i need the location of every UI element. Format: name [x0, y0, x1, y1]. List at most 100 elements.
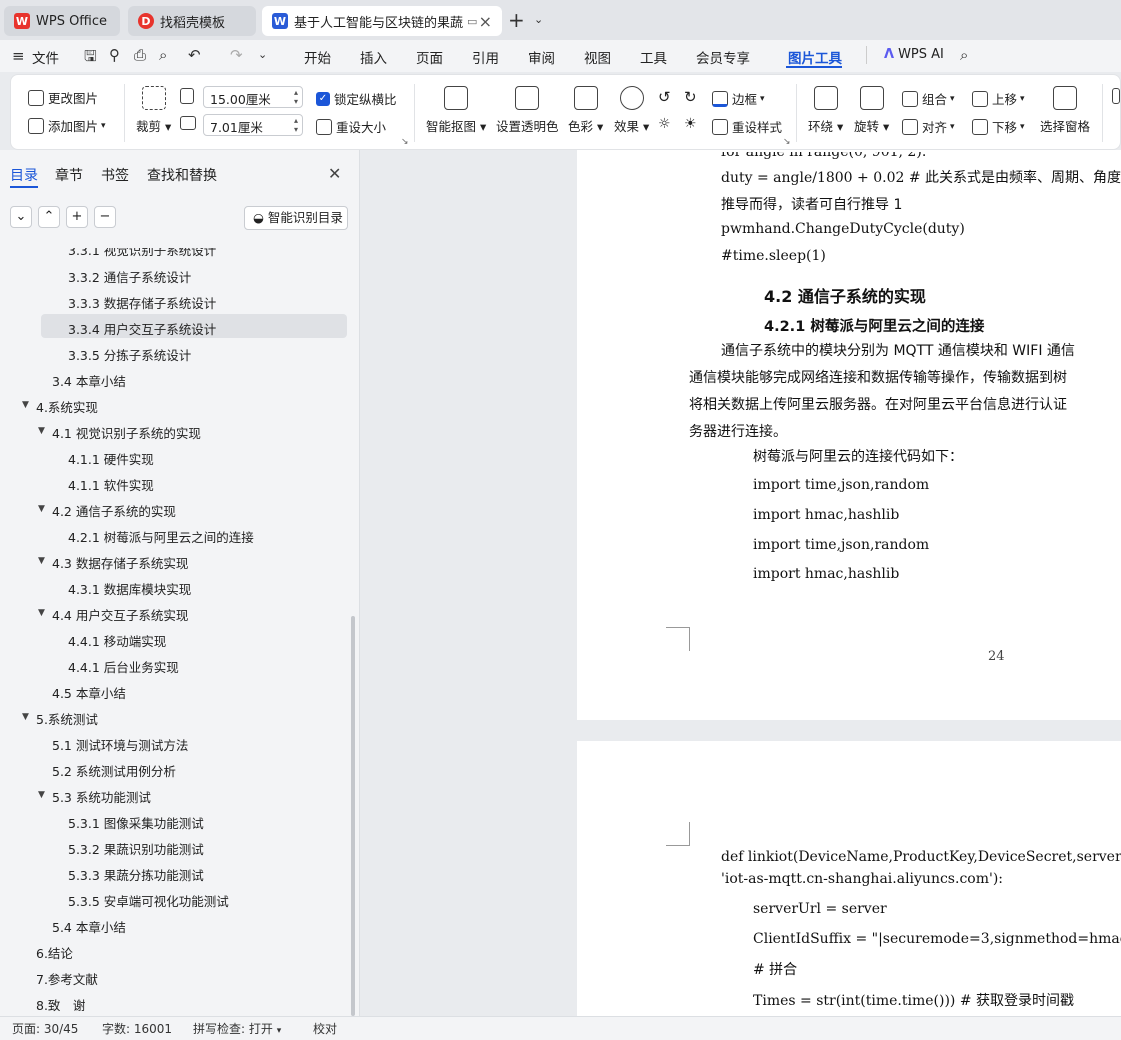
menu-file[interactable]: 文件 — [32, 47, 59, 67]
share-icon[interactable]: ⚲ — [109, 46, 120, 64]
rotate-right-icon[interactable]: ↻ — [684, 88, 697, 106]
panel-tab-bookmarks[interactable]: 书签 — [101, 165, 129, 185]
chevron-down-icon[interactable]: ⌄ — [534, 13, 543, 26]
chevron-down-icon[interactable]: ▼ — [38, 608, 45, 618]
menu-picture-tools[interactable]: 图片工具 — [788, 47, 842, 67]
dialog-launcher-icon[interactable]: ↘ — [401, 137, 409, 147]
menu-review[interactable]: 审阅 — [528, 47, 555, 67]
add-heading-icon[interactable]: + — [66, 206, 88, 228]
menu-tools[interactable]: 工具 — [640, 47, 667, 67]
menu-page[interactable]: 页面 — [416, 47, 443, 67]
toc-item[interactable]: 4.1.1 硬件实现 — [68, 449, 154, 468]
spinner-arrows-icon[interactable]: ▴ ▾ — [294, 88, 298, 106]
width-input[interactable]: 15.00厘米 ▴ ▾ — [203, 86, 303, 108]
collapse-down-icon[interactable]: ⌄ — [10, 206, 32, 228]
proofread-button[interactable]: 校对 — [313, 1020, 337, 1037]
menu-references[interactable]: 引用 — [472, 47, 499, 67]
toc-item[interactable]: 4.3 数据存储子系统实现 — [52, 553, 188, 572]
chevron-down-icon[interactable]: ▼ — [38, 556, 45, 566]
color-button[interactable]: 色彩 ▾ — [568, 86, 603, 135]
spinner-arrows-icon[interactable]: ▴ ▾ — [294, 116, 298, 134]
tab-document[interactable]: W 基于人工智能与区块链的果蔬 ▭ × — [262, 6, 502, 36]
chevron-down-icon[interactable]: ▼ — [22, 712, 29, 722]
toc-item[interactable]: 5.系统测试 — [36, 709, 98, 728]
selection-pane-button[interactable]: 选择窗格 — [1040, 86, 1090, 135]
toc-item[interactable]: 5.3.5 安卓端可视化功能测试 — [68, 891, 229, 910]
toc-item[interactable]: 5.3.2 果蔬识别功能测试 — [68, 839, 204, 858]
panel-scrollbar[interactable] — [351, 616, 355, 1016]
tab-template[interactable]: D 找稻壳模板 — [128, 6, 256, 36]
toc-item[interactable]: 4.1 视觉识别子系统的实现 — [52, 423, 201, 442]
toc-item[interactable]: 3.3.2 通信子系统设计 — [68, 267, 191, 286]
overflow-icon[interactable] — [1112, 88, 1121, 104]
close-icon[interactable]: × — [479, 12, 492, 31]
toc-item[interactable]: 5.1 测试环境与测试方法 — [52, 735, 188, 754]
undo-icon[interactable]: ↶ — [188, 46, 201, 64]
search-icon[interactable]: ⌕ — [960, 46, 968, 64]
remove-heading-icon[interactable]: − — [94, 206, 116, 228]
reset-size-button[interactable]: 重设大小 — [316, 117, 386, 136]
toc-item[interactable]: 7.参考文献 — [36, 969, 98, 988]
print-preview-icon[interactable]: ⌕ — [159, 46, 167, 64]
toc-item[interactable]: 3.3.5 分拣子系统设计 — [68, 345, 191, 364]
rotate-button[interactable]: 旋转 ▾ — [854, 86, 889, 135]
menu-view[interactable]: 视图 — [584, 47, 611, 67]
height-input[interactable]: 7.01厘米 ▴ ▾ — [203, 114, 303, 136]
toc-item[interactable]: 4.4 用户交互子系统实现 — [52, 605, 188, 624]
effects-button[interactable]: 效果 ▾ — [614, 86, 649, 135]
toc-item[interactable]: 5.2 系统测试用例分析 — [52, 761, 176, 780]
smart-toc-button[interactable]: ◒ 智能识别目录 — [244, 206, 348, 230]
screen-icon[interactable]: ▭ — [467, 15, 477, 28]
send-down-button[interactable]: 下移 ▾ — [972, 117, 1025, 136]
save-icon[interactable]: 🖫 — [84, 46, 97, 71]
chevron-down-icon[interactable]: ⌄ — [258, 48, 267, 61]
toc-item[interactable]: 5.4 本章小结 — [52, 917, 126, 936]
toc-item[interactable]: 6.结论 — [36, 943, 73, 962]
print-icon[interactable]: ⎙ — [134, 46, 146, 64]
chevron-down-icon[interactable]: ▼ — [22, 400, 29, 410]
toc-item[interactable]: 4.2 通信子系统的实现 — [52, 501, 176, 520]
rotate-left-icon[interactable]: ↺ — [658, 88, 671, 106]
panel-tab-toc[interactable]: 目录 — [10, 165, 38, 185]
add-image-button[interactable]: 添加图片 ▾ — [28, 116, 106, 135]
toc-item[interactable]: 8.致 谢 — [36, 995, 85, 1014]
toc-item[interactable]: 4.5 本章小结 — [52, 683, 126, 702]
close-icon[interactable]: ✕ — [328, 164, 341, 183]
menu-insert[interactable]: 插入 — [360, 47, 387, 67]
panel-tab-find-replace[interactable]: 查找和替换 — [147, 165, 217, 185]
toc-item[interactable]: 5.3.3 果蔬分拣功能测试 — [68, 865, 204, 884]
border-button[interactable]: 边框 ▾ — [712, 89, 765, 108]
hamburger-icon[interactable]: ≡ — [12, 47, 25, 65]
redo-icon[interactable]: ↷ — [230, 46, 243, 64]
toc-item[interactable]: 3.4 本章小结 — [52, 371, 126, 390]
tab-wps-office[interactable]: W WPS Office — [4, 6, 120, 36]
new-tab-plus-icon[interactable]: + — [508, 8, 525, 32]
toc-item-selected[interactable]: 3.3.4 用户交互子系统设计 — [68, 319, 216, 338]
crop-button[interactable]: 裁剪 ▾ — [136, 86, 171, 135]
lock-ratio-checkbox[interactable]: ✓ 锁定纵横比 — [316, 89, 397, 108]
set-transparent-button[interactable]: 设置透明色 — [496, 86, 559, 135]
collapse-up-icon[interactable]: ⌃ — [38, 206, 60, 228]
align-button[interactable]: 对齐 ▾ — [902, 117, 955, 136]
menu-home[interactable]: 开始 — [304, 47, 331, 67]
brightness-down-icon[interactable]: ☼ — [658, 116, 671, 132]
toc-item[interactable]: 5.3 系统功能测试 — [52, 787, 151, 806]
wps-ai-button[interactable]: ᐱ WPS AI — [884, 47, 944, 62]
change-image-button[interactable]: 更改图片 — [28, 88, 98, 107]
smart-cutout-button[interactable]: 智能抠图 ▾ — [426, 86, 486, 135]
word-count[interactable]: 字数: 16001 — [102, 1020, 172, 1037]
group-button[interactable]: 组合 ▾ — [902, 89, 955, 108]
toc-item[interactable]: 4.4.1 移动端实现 — [68, 631, 166, 650]
reset-style-button[interactable]: 重设样式 — [712, 117, 782, 136]
panel-tab-sections[interactable]: 章节 — [55, 165, 83, 185]
toc-item[interactable]: 4.系统实现 — [36, 397, 98, 416]
chevron-down-icon[interactable]: ▼ — [38, 790, 45, 800]
bring-up-button[interactable]: 上移 ▾ — [972, 89, 1025, 108]
toc-item[interactable]: 4.3.1 数据库模块实现 — [68, 579, 191, 598]
chevron-down-icon[interactable]: ▼ — [38, 426, 45, 436]
toc-item[interactable]: 3.3.3 数据存储子系统设计 — [68, 293, 216, 312]
spell-check-toggle[interactable]: 拼写检查: 打开 ▾ — [193, 1020, 281, 1037]
dialog-launcher-icon[interactable]: ↘ — [783, 137, 791, 147]
menu-member[interactable]: 会员专享 — [696, 47, 750, 67]
toc-item[interactable]: 4.4.1 后台业务实现 — [68, 657, 179, 676]
